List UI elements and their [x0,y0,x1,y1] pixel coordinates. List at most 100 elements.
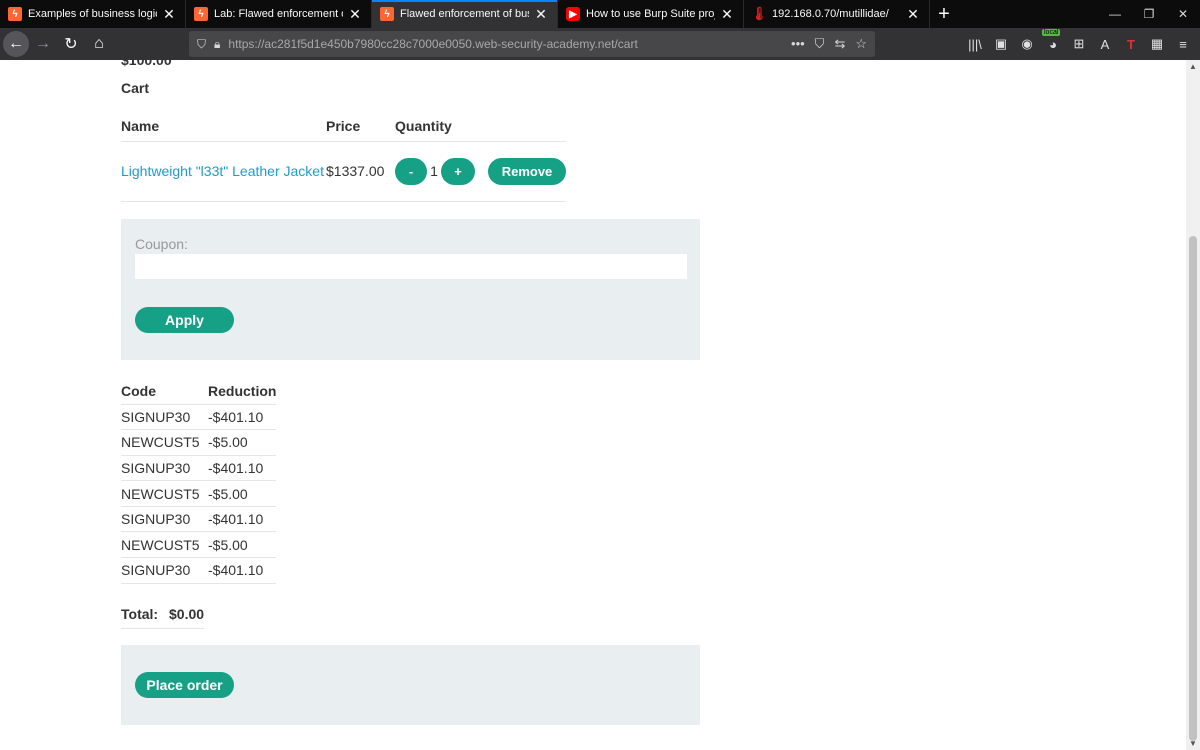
extension-local-icon[interactable]: ◕ local [1042,29,1064,55]
browser-nav-bar: ← → ↻ ⌂ ⛉ 🔒︎ https://ac281f5d1e450b7980c… [0,28,1200,60]
close-icon[interactable]: ✕ [533,6,549,23]
place-order-button[interactable]: Place order [135,672,234,698]
browser-tab[interactable]: 🌡 192.168.0.70/mutillidae/ ✕ [744,0,930,28]
close-icon[interactable]: ✕ [719,6,735,23]
close-icon[interactable]: ✕ [347,6,363,23]
reduction-amount: -$401.10 [208,506,277,533]
coupon-code: NEWCUST5 [121,429,208,456]
page-actions-icon[interactable]: ••• [791,36,805,52]
store-credit-amount: $100.00 [121,60,172,68]
reductions-table: Code Reduction SIGNUP30 -$401.10 NEWCUST5… [121,378,277,584]
close-icon[interactable]: ✕ [905,6,921,23]
column-header-quantity: Quantity [395,112,566,142]
increase-quantity-button[interactable]: + [441,157,475,185]
restore-icon[interactable]: ❐ [1132,0,1166,28]
reduction-amount: -$5.00 [208,429,277,456]
url-text[interactable]: https://ac281f5d1e450b7980cc28c7000e0050… [228,37,791,51]
window-close-icon[interactable]: ✕ [1166,0,1200,28]
table-row: SIGNUP30 -$401.10 [121,455,277,482]
sidebar-icon[interactable]: ▣ [990,33,1012,55]
new-tab-button[interactable]: + [930,0,958,28]
coupon-code: SIGNUP30 [121,506,208,533]
table-row: SIGNUP30 -$401.10 [121,506,277,533]
apply-coupon-button[interactable]: Apply [135,307,234,333]
address-bar[interactable]: ⛉ 🔒︎ https://ac281f5d1e450b7980cc28c7000… [189,31,875,57]
cart-table: Name Price Quantity Lightweight "l33t" L… [121,112,566,202]
lock-icon[interactable]: 🔒︎ [214,37,220,52]
language-extension-icon[interactable]: A [1094,33,1116,55]
total-value: $0.00 [169,600,205,629]
browser-tab-bar: ϟ Examples of business logic vuln ✕ ϟ La… [0,0,1200,28]
cart-header-row: Name Price Quantity [121,112,566,142]
home-button[interactable]: ⌂ [85,30,113,58]
thermometer-icon: 🌡 [750,6,768,21]
close-icon[interactable]: ✕ [161,6,177,23]
tab-title: Examples of business logic vuln [28,8,157,20]
coupon-code: NEWCUST5 [121,480,208,507]
url-path: /cart [614,37,638,51]
translate-icon[interactable]: ⇆ [834,36,845,52]
scrollbar-thumb[interactable] [1189,236,1197,741]
table-row: SIGNUP30 -$401.10 [121,557,277,584]
table-row: SIGNUP30 -$401.10 [121,404,277,431]
scroll-down-icon[interactable]: ▼ [1186,739,1200,748]
t-extension-icon[interactable]: T [1120,33,1142,55]
reduction-amount: -$401.10 [208,557,277,584]
pocket-icon[interactable]: ⛉ [815,36,825,52]
place-order-form: Place order [121,645,700,725]
tab-title: Lab: Flawed enforcement of bu [214,8,343,20]
total-label: Total: [121,600,169,629]
cart-item-row: Lightweight "l33t" Leather Jacket $1337.… [121,141,566,202]
reduction-amount: -$5.00 [208,531,277,559]
decrease-quantity-button[interactable]: - [395,157,427,185]
column-header-reduction: Reduction [208,378,277,405]
portswigger-icon: ϟ [8,7,22,21]
page-viewport: $100.00 Cart Name Price Quantity Lightwe… [0,60,1186,750]
tab-title: Flawed enforcement of business [400,8,529,20]
portswigger-icon: ϟ [380,7,394,21]
bookmark-star-icon[interactable]: ☆ [855,36,867,52]
browser-tab[interactable]: ▶ How to use Burp Suite projects ✕ [558,0,744,28]
extension-badge: local [1042,29,1061,36]
portswigger-icon: ϟ [194,7,208,21]
youtube-icon: ▶ [566,7,580,21]
extensions-grid-icon[interactable]: ▦ [1146,33,1168,55]
tab-title: 192.168.0.70/mutillidae/ [772,8,889,20]
table-row: NEWCUST5 -$5.00 [121,480,277,507]
product-price: $1337.00 [326,141,395,202]
coupon-form: Coupon: Apply [121,219,700,360]
column-header-code: Code [121,378,208,405]
cart-heading: Cart [121,80,150,96]
toolbar-icons: |||\ ▣ ◉ ◕ local ⊞ A T ▦ ≡ [964,28,1200,60]
table-row: NEWCUST5 -$5.00 [121,531,277,559]
reload-button[interactable]: ↻ [57,30,85,58]
library-icon[interactable]: |||\ [964,33,986,55]
remove-button[interactable]: Remove [488,157,566,185]
column-header-price: Price [326,112,395,142]
table-row: NEWCUST5 -$5.00 [121,429,277,456]
url-host: https://ac281f5d1e450b7980cc28c7000e0050… [228,37,615,51]
coupon-input[interactable] [135,254,687,279]
coupon-code: SIGNUP30 [121,557,208,584]
translate-extension-icon[interactable]: ⊞ [1068,33,1090,55]
quantity-value: 1 [430,163,438,179]
forward-button[interactable]: → [29,30,57,58]
back-button[interactable]: ← [3,31,29,57]
total-row: Total: $0.00 [121,600,205,629]
browser-tab[interactable]: ϟ Examples of business logic vuln ✕ [0,0,186,28]
reduction-amount: -$5.00 [208,480,277,507]
menu-icon[interactable]: ≡ [1172,33,1194,55]
reduction-amount: -$401.10 [208,404,277,431]
browser-tab-active[interactable]: ϟ Flawed enforcement of business ✕ [372,0,558,28]
browser-tab[interactable]: ϟ Lab: Flawed enforcement of bu ✕ [186,0,372,28]
reduction-amount: -$401.10 [208,455,277,482]
shield-icon[interactable]: ⛉ [197,37,206,52]
tab-title: How to use Burp Suite projects [586,8,715,20]
account-icon[interactable]: ◉ [1016,33,1038,55]
coupon-code: SIGNUP30 [121,404,208,431]
coupon-code: NEWCUST5 [121,531,208,559]
product-link[interactable]: Lightweight "l33t" Leather Jacket [121,163,324,179]
minimize-icon[interactable]: — [1098,0,1132,28]
scroll-up-icon[interactable]: ▲ [1186,62,1200,71]
vertical-scrollbar[interactable]: ▲ ▼ [1186,60,1200,750]
